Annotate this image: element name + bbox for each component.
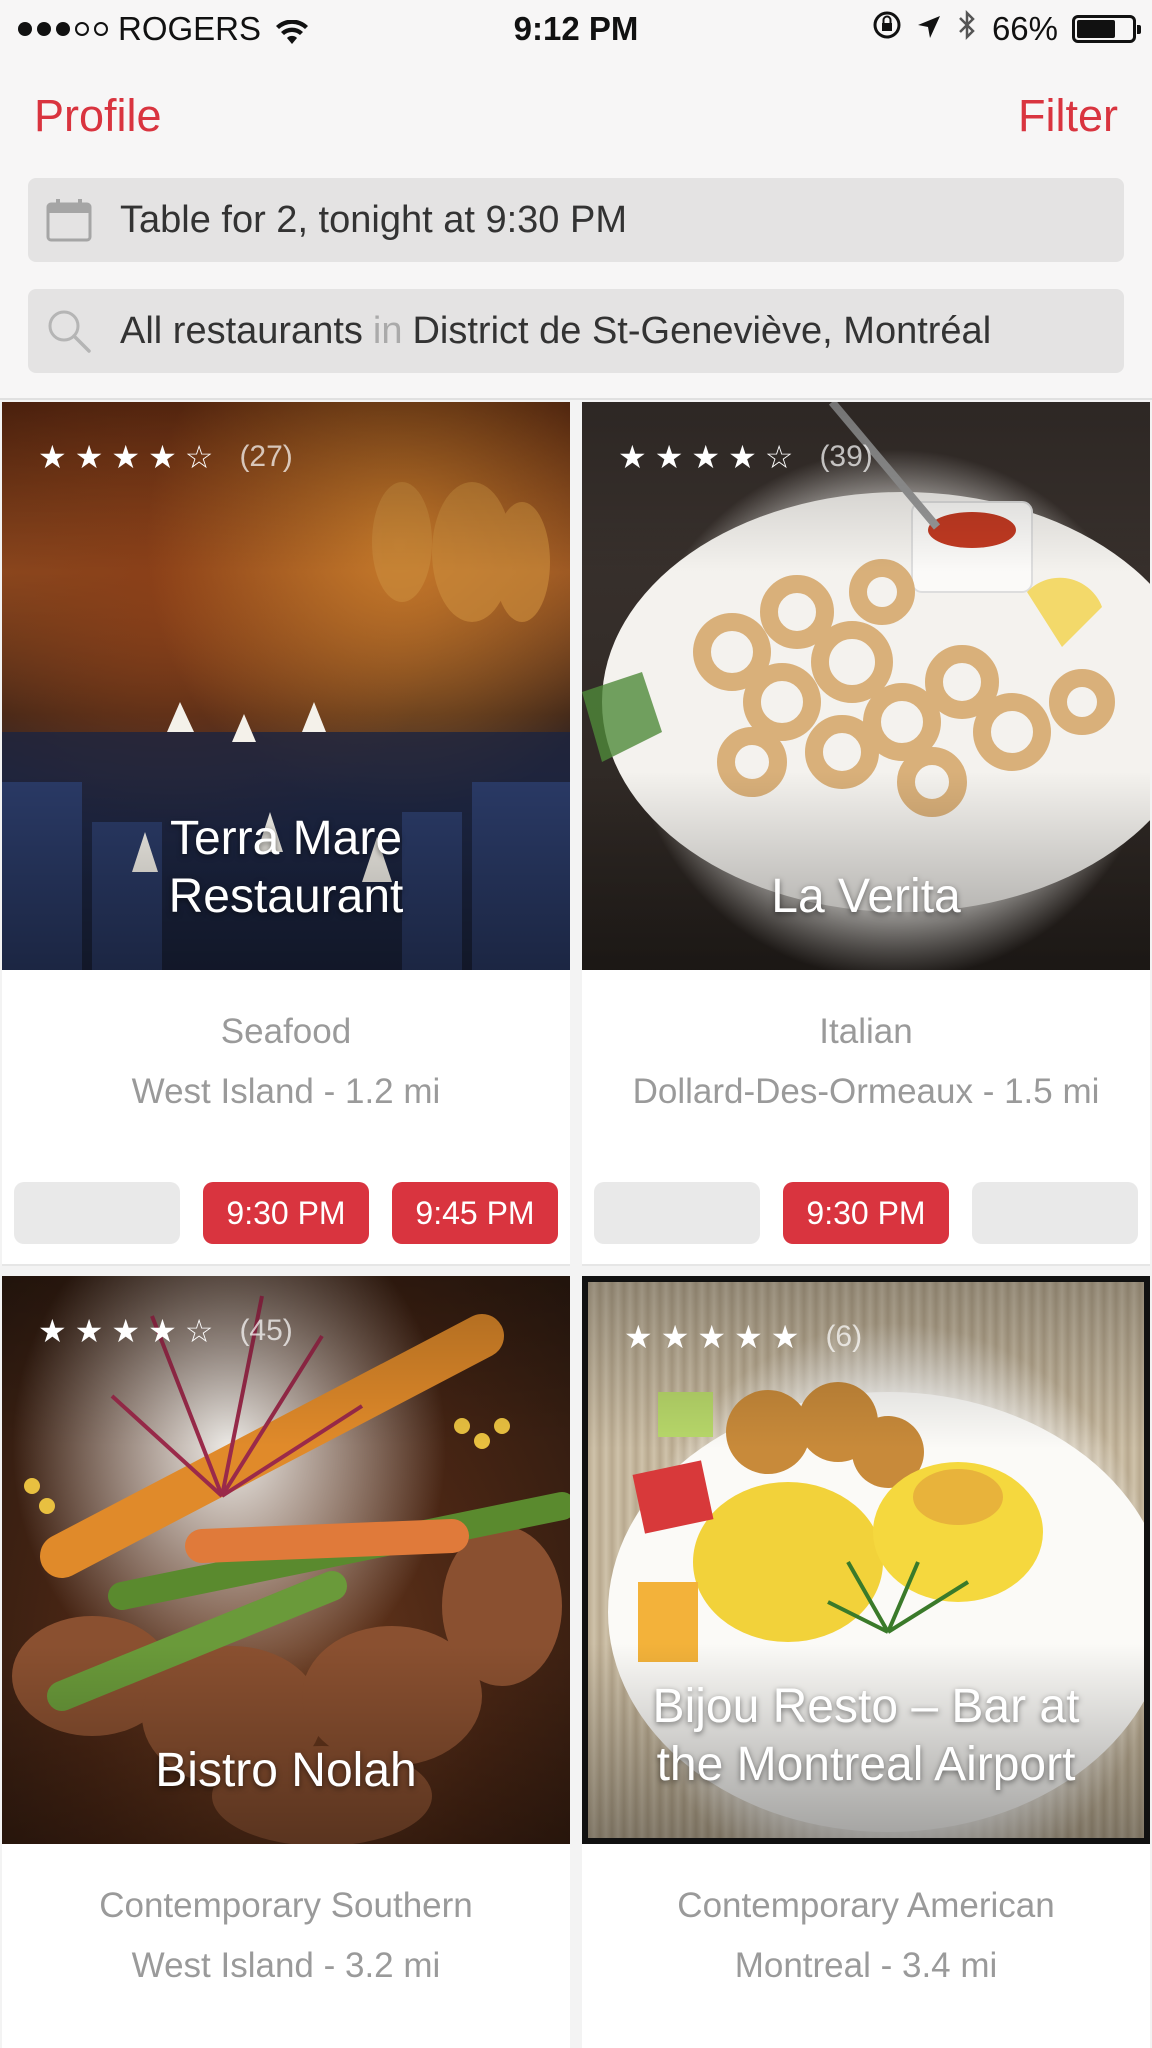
review-count: (6) [825, 1320, 863, 1353]
battery-percent: 66% [991, 10, 1058, 47]
location-search-field[interactable]: All restaurants in District de St-Genevi… [28, 289, 1124, 373]
time-slot-button[interactable]: 9:45 PM [392, 1182, 558, 1244]
status-indicators: 66% [872, 9, 1141, 49]
search-connector: in [372, 309, 403, 352]
restaurant-card[interactable]: ★★★★☆ (45) Bistro Nolah Contemporary Sout… [2, 1276, 570, 2048]
cuisine-label: Contemporary American [677, 1886, 1055, 1925]
restaurant-card[interactable]: ★★★★☆ (39) La Verita Italian Dollard-Des-… [582, 402, 1150, 1266]
distance-label: West Island - 1.2 mi [131, 1072, 441, 1111]
restaurant-name-line: Terra Mare [169, 812, 403, 865]
restaurant-name-line: Bijou Resto – Bar at [652, 1680, 1080, 1733]
restaurant-details: Contemporary American Montreal - 3.4 mi [582, 1844, 1150, 1986]
reservation-text: Table for 2, tonight at 9:30 PM [120, 198, 627, 241]
time-slot-button[interactable]: 9:30 PM [783, 1182, 949, 1244]
restaurant-name: Bijou Resto – Bar at the Montreal Airpor… [608, 1678, 1124, 1794]
cuisine-label: Italian [819, 1012, 913, 1051]
review-count: (39) [819, 440, 873, 473]
filter-button[interactable]: Filter [1018, 90, 1118, 142]
time-slot-button[interactable]: 9:30 PM [203, 1182, 369, 1244]
restaurant-name-line: the Montreal Airport [656, 1738, 1076, 1791]
restaurant-details: Italian Dollard-Des-Ormeaux - 1.5 mi [582, 970, 1150, 1112]
time-slots: 9:30 PM 9:45 PM [14, 1182, 558, 1244]
rating-stars: ★★★★☆ (45) [38, 1313, 293, 1349]
search-scope: All restaurants [120, 309, 363, 352]
battery-icon [1072, 15, 1141, 43]
review-count: (45) [239, 1314, 293, 1347]
distance-label: West Island - 3.2 mi [131, 1946, 441, 1985]
profile-button[interactable]: Profile [34, 90, 162, 142]
search-location: District de St-Geneviève, Montréal [412, 309, 992, 352]
rotation-lock-icon [872, 10, 902, 48]
reservation-field[interactable]: Table for 2, tonight at 9:30 PM [28, 178, 1124, 262]
rating-stars: ★★★★☆ (27) [38, 439, 293, 475]
restaurant-photo: ★★★★☆ (39) La Verita [582, 402, 1150, 970]
time-slots: 9:30 PM [594, 1182, 1138, 1244]
restaurant-name-line: Bistro Nolah [155, 1744, 417, 1797]
calendar-icon [44, 195, 94, 245]
bluetooth-icon [956, 9, 978, 49]
cuisine-label: Contemporary Southern [99, 1886, 473, 1925]
rating-stars: ★★★★☆ (39) [618, 439, 873, 475]
restaurant-card[interactable]: ★★★★☆ (27) Terra Mare Restaurant Seafood … [2, 402, 570, 1266]
restaurant-name: Terra Mare Restaurant [22, 810, 550, 926]
search-header: Profile Filter Table for 2, tonight at 9… [0, 58, 1152, 400]
status-bar: ROGERS 9:12 PM 66% [0, 0, 1152, 58]
distance-label: Dollard-Des-Ormeaux - 1.5 mi [632, 1072, 1100, 1111]
restaurant-grid: ★★★★☆ (27) Terra Mare Restaurant Seafood … [0, 402, 1152, 2048]
review-count: (27) [239, 440, 293, 473]
location-arrow-icon [916, 10, 942, 48]
cuisine-label: Seafood [220, 1012, 352, 1051]
restaurant-name: La Verita [602, 868, 1130, 926]
restaurant-photo: ★★★★★ (6) Bijou Resto – Bar at the Montre… [582, 1276, 1150, 1844]
distance-label: Montreal - 3.4 mi [734, 1946, 998, 1985]
search-icon [44, 306, 94, 356]
time-slot-unavailable [972, 1182, 1138, 1244]
rating-stars: ★★★★★ (6) [624, 1319, 863, 1355]
time-slot-unavailable [594, 1182, 760, 1244]
restaurant-name-line: Restaurant [168, 870, 404, 923]
restaurant-details: Seafood West Island - 1.2 mi [2, 970, 570, 1112]
restaurant-photo: ★★★★☆ (27) Terra Mare Restaurant [2, 402, 570, 970]
time-slot-unavailable [14, 1182, 180, 1244]
restaurant-photo: ★★★★☆ (45) Bistro Nolah [2, 1276, 570, 1844]
restaurant-details: Contemporary Southern West Island - 3.2 … [2, 1844, 570, 1986]
restaurant-name: Bistro Nolah [22, 1742, 550, 1800]
restaurant-name-line: La Verita [771, 870, 961, 923]
restaurant-card[interactable]: ★★★★★ (6) Bijou Resto – Bar at the Montre… [582, 1276, 1150, 2048]
